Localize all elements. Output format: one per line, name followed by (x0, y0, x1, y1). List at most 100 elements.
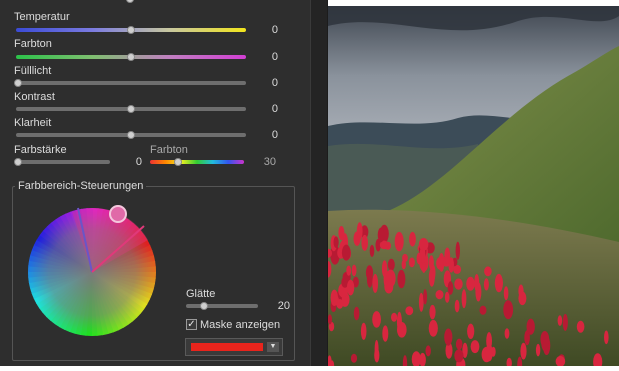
flower (338, 226, 345, 240)
flower (454, 299, 460, 313)
flower (454, 278, 463, 290)
flower (350, 353, 358, 363)
flower (453, 264, 462, 274)
flower (429, 304, 436, 320)
saturation-slider-track[interactable] (16, 160, 110, 164)
selection-center-handle[interactable] (109, 205, 127, 223)
flower (535, 343, 541, 357)
hue-slider-knob[interactable] (174, 158, 182, 166)
flower (365, 265, 374, 281)
flower (444, 291, 450, 303)
flower (474, 274, 480, 292)
color-range-title: Farbbereich-Steuerungen (15, 180, 147, 192)
flower (372, 311, 381, 328)
smoothness-slider-track[interactable] (186, 304, 258, 308)
flower (518, 291, 527, 306)
flower (540, 331, 550, 348)
temperature-label: Temperatur (14, 11, 70, 23)
flower (576, 320, 585, 333)
saturation-slider-knob[interactable] (14, 158, 22, 166)
hue-slider-track[interactable] (150, 160, 244, 164)
flower (466, 276, 475, 291)
flower (421, 262, 426, 273)
fill-light-slider-knob[interactable] (14, 79, 22, 87)
flower (435, 290, 444, 300)
flower (372, 273, 379, 293)
flower (454, 349, 464, 363)
flower (425, 345, 431, 357)
flower (436, 257, 444, 270)
dropdown-arrow-icon[interactable]: ▼ (267, 342, 279, 352)
flower (405, 306, 414, 316)
flower (447, 281, 454, 295)
tint-slider-knob[interactable] (127, 53, 135, 61)
flower (428, 319, 438, 337)
flower (353, 306, 360, 321)
flower (384, 279, 394, 294)
panel-divider[interactable] (310, 0, 328, 366)
flower (333, 236, 339, 248)
clipped-slider-knob[interactable] (126, 0, 134, 3)
flower (397, 322, 407, 338)
flower (341, 244, 351, 261)
flower (356, 222, 363, 241)
flower (455, 241, 460, 260)
fill-light-label: Fülllicht (14, 65, 52, 77)
fill-light-slider-track[interactable] (16, 81, 246, 85)
clarity-label: Klarheit (14, 117, 52, 129)
flower (382, 325, 389, 342)
flower (408, 257, 415, 268)
mask-color-dropdown[interactable]: ▼ (185, 338, 283, 356)
flower (461, 289, 467, 309)
flower (455, 338, 463, 350)
flower (526, 318, 535, 335)
show-mask-label[interactable]: Maske anzeigen (200, 319, 280, 331)
mask-color-swatch (191, 343, 263, 351)
flower (397, 269, 406, 289)
flower (360, 322, 367, 340)
clarity-slider-knob[interactable] (127, 131, 135, 139)
flower (423, 289, 428, 305)
smoothness-value[interactable]: 20 (264, 300, 290, 312)
contrast-value[interactable]: 0 (250, 103, 278, 115)
flower (444, 247, 451, 264)
contrast-label: Kontrast (14, 91, 55, 103)
clarity-value[interactable]: 0 (250, 129, 278, 141)
flower (504, 328, 510, 339)
flower (479, 305, 487, 315)
show-mask-checkbox[interactable]: ✓ (186, 319, 197, 330)
fill-light-value[interactable]: 0 (250, 77, 278, 89)
adjustment-panel: Temperatur 0 Farbton 0 Fülllicht 0 Kontr… (0, 0, 310, 366)
flower (351, 264, 357, 277)
flower (503, 300, 514, 320)
hue-value[interactable]: 30 (250, 156, 276, 168)
flower (604, 330, 609, 345)
flower (361, 234, 368, 251)
flower (346, 279, 355, 296)
temperature-slider-knob[interactable] (127, 26, 135, 34)
tint-value[interactable]: 0 (250, 51, 278, 63)
flower (520, 342, 527, 360)
tint-label: Farbton (14, 38, 52, 50)
flower (377, 227, 385, 243)
smoothness-slider-knob[interactable] (200, 302, 208, 310)
flower (484, 266, 492, 277)
flower (418, 292, 424, 312)
flower (444, 328, 453, 346)
flower (401, 259, 406, 270)
saturation-label: Farbstärke (14, 144, 67, 156)
contrast-slider-knob[interactable] (127, 105, 135, 113)
flower (470, 340, 480, 354)
flower (562, 313, 568, 331)
temperature-value[interactable]: 0 (250, 24, 278, 36)
smoothness-label: Glätte (186, 288, 216, 300)
flower (394, 231, 404, 252)
hue-wheel-icon[interactable] (20, 200, 164, 344)
flower (330, 289, 338, 306)
mountain-valley-photo (328, 6, 619, 366)
flower (346, 265, 352, 276)
flower (483, 278, 489, 291)
saturation-value[interactable]: 0 (118, 156, 142, 168)
flower (503, 286, 509, 301)
flower (557, 315, 563, 326)
